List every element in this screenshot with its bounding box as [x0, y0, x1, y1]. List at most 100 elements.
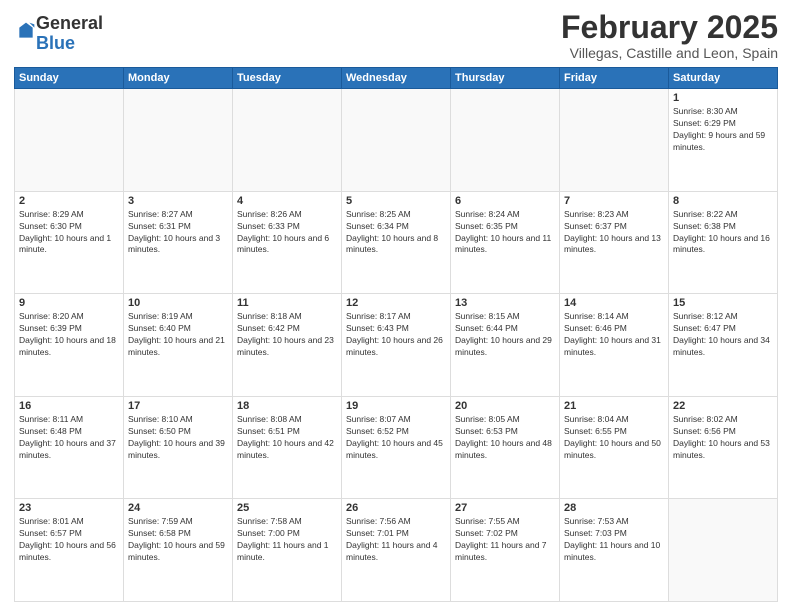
table-row: [233, 89, 342, 192]
day-info: Sunrise: 8:20 AM Sunset: 6:39 PM Dayligh…: [19, 311, 119, 359]
day-number: 16: [19, 400, 119, 412]
day-number: 26: [346, 502, 446, 514]
table-row: 9 Sunrise: 8:20 AM Sunset: 6:39 PM Daylig…: [15, 294, 124, 397]
day-info: Sunrise: 7:56 AM Sunset: 7:01 PM Dayligh…: [346, 516, 446, 564]
day-info: Sunrise: 8:23 AM Sunset: 6:37 PM Dayligh…: [564, 209, 664, 257]
day-number: 24: [128, 502, 228, 514]
day-info: Sunrise: 8:26 AM Sunset: 6:33 PM Dayligh…: [237, 209, 337, 257]
day-info: Sunrise: 8:04 AM Sunset: 6:55 PM Dayligh…: [564, 414, 664, 462]
day-number: 14: [564, 297, 664, 309]
day-number: 9: [19, 297, 119, 309]
day-info: Sunrise: 7:59 AM Sunset: 6:58 PM Dayligh…: [128, 516, 228, 564]
day-info: Sunrise: 8:02 AM Sunset: 6:56 PM Dayligh…: [673, 414, 773, 462]
table-row: 19 Sunrise: 8:07 AM Sunset: 6:52 PM Dayli…: [342, 396, 451, 499]
table-row: [342, 89, 451, 192]
day-info: Sunrise: 7:53 AM Sunset: 7:03 PM Dayligh…: [564, 516, 664, 564]
day-number: 23: [19, 502, 119, 514]
calendar-week-row: 23 Sunrise: 8:01 AM Sunset: 6:57 PM Dayli…: [15, 499, 778, 602]
table-row: 13Sunrise: 8:15 AM Sunset: 6:44 PM Dayli…: [451, 294, 560, 397]
month-title: February 2025: [561, 10, 778, 45]
day-number: 6: [455, 195, 555, 207]
day-number: 17: [128, 400, 228, 412]
col-tuesday: Tuesday: [233, 68, 342, 89]
logo-general-text: General: [36, 13, 103, 33]
calendar-header-row: Sunday Monday Tuesday Wednesday Thursday…: [15, 68, 778, 89]
table-row: 7 Sunrise: 8:23 AM Sunset: 6:37 PM Daylig…: [560, 191, 669, 294]
page: General Blue February 2025 Villegas, Cas…: [0, 0, 792, 612]
location-subtitle: Villegas, Castille and Leon, Spain: [561, 45, 778, 61]
day-number: 18: [237, 400, 337, 412]
table-row: 17 Sunrise: 8:10 AM Sunset: 6:50 PM Dayli…: [124, 396, 233, 499]
title-block: February 2025 Villegas, Castille and Leo…: [561, 10, 778, 61]
table-row: 21Sunrise: 8:04 AM Sunset: 6:55 PM Dayli…: [560, 396, 669, 499]
col-wednesday: Wednesday: [342, 68, 451, 89]
col-saturday: Saturday: [669, 68, 778, 89]
day-info: Sunrise: 8:12 AM Sunset: 6:47 PM Dayligh…: [673, 311, 773, 359]
table-row: 18 Sunrise: 8:08 AM Sunset: 6:51 PM Dayli…: [233, 396, 342, 499]
table-row: [560, 89, 669, 192]
day-number: 3: [128, 195, 228, 207]
day-number: 27: [455, 502, 555, 514]
logo-blue-text: Blue: [36, 33, 75, 53]
day-number: 19: [346, 400, 446, 412]
day-info: Sunrise: 8:24 AM Sunset: 6:35 PM Dayligh…: [455, 209, 555, 257]
day-number: 20: [455, 400, 555, 412]
day-number: 2: [19, 195, 119, 207]
day-number: 28: [564, 502, 664, 514]
table-row: 8 Sunrise: 8:22 AM Sunset: 6:38 PM Daylig…: [669, 191, 778, 294]
day-number: 1: [673, 92, 773, 104]
calendar-week-row: 9 Sunrise: 8:20 AM Sunset: 6:39 PM Daylig…: [15, 294, 778, 397]
table-row: [124, 89, 233, 192]
day-info: Sunrise: 8:18 AM Sunset: 6:42 PM Dayligh…: [237, 311, 337, 359]
table-row: 1 Sunrise: 8:30 AM Sunset: 6:29 PM Daylig…: [669, 89, 778, 192]
day-number: 4: [237, 195, 337, 207]
day-info: Sunrise: 8:15 AM Sunset: 6:44 PM Dayligh…: [455, 311, 555, 359]
day-number: 8: [673, 195, 773, 207]
day-info: Sunrise: 8:08 AM Sunset: 6:51 PM Dayligh…: [237, 414, 337, 462]
table-row: 14Sunrise: 8:14 AM Sunset: 6:46 PM Dayli…: [560, 294, 669, 397]
calendar-week-row: 1 Sunrise: 8:30 AM Sunset: 6:29 PM Daylig…: [15, 89, 778, 192]
day-info: Sunrise: 8:19 AM Sunset: 6:40 PM Dayligh…: [128, 311, 228, 359]
day-info: Sunrise: 7:58 AM Sunset: 7:00 PM Dayligh…: [237, 516, 337, 564]
day-info: Sunrise: 7:55 AM Sunset: 7:02 PM Dayligh…: [455, 516, 555, 564]
day-info: Sunrise: 8:25 AM Sunset: 6:34 PM Dayligh…: [346, 209, 446, 257]
day-number: 15: [673, 297, 773, 309]
table-row: 20 Sunrise: 8:05 AM Sunset: 6:53 PM Dayli…: [451, 396, 560, 499]
day-number: 22: [673, 400, 773, 412]
day-info: Sunrise: 8:05 AM Sunset: 6:53 PM Dayligh…: [455, 414, 555, 462]
table-row: 22 Sunrise: 8:02 AM Sunset: 6:56 PM Dayli…: [669, 396, 778, 499]
day-number: 12: [346, 297, 446, 309]
table-row: [15, 89, 124, 192]
day-info: Sunrise: 8:22 AM Sunset: 6:38 PM Dayligh…: [673, 209, 773, 257]
day-info: Sunrise: 8:01 AM Sunset: 6:57 PM Dayligh…: [19, 516, 119, 564]
calendar-week-row: 2 Sunrise: 8:29 AM Sunset: 6:30 PM Daylig…: [15, 191, 778, 294]
table-row: 2 Sunrise: 8:29 AM Sunset: 6:30 PM Daylig…: [15, 191, 124, 294]
day-info: Sunrise: 8:11 AM Sunset: 6:48 PM Dayligh…: [19, 414, 119, 462]
table-row: 16 Sunrise: 8:11 AM Sunset: 6:48 PM Dayli…: [15, 396, 124, 499]
day-number: 7: [564, 195, 664, 207]
table-row: 26 Sunrise: 7:56 AM Sunset: 7:01 PM Dayli…: [342, 499, 451, 602]
calendar-week-row: 16 Sunrise: 8:11 AM Sunset: 6:48 PM Dayli…: [15, 396, 778, 499]
day-info: Sunrise: 8:07 AM Sunset: 6:52 PM Dayligh…: [346, 414, 446, 462]
table-row: 11 Sunrise: 8:18 AM Sunset: 6:42 PM Dayli…: [233, 294, 342, 397]
day-info: Sunrise: 8:29 AM Sunset: 6:30 PM Dayligh…: [19, 209, 119, 257]
logo: General Blue: [14, 14, 103, 54]
day-info: Sunrise: 8:10 AM Sunset: 6:50 PM Dayligh…: [128, 414, 228, 462]
table-row: 15 Sunrise: 8:12 AM Sunset: 6:47 PM Dayli…: [669, 294, 778, 397]
table-row: 24 Sunrise: 7:59 AM Sunset: 6:58 PM Dayli…: [124, 499, 233, 602]
day-number: 11: [237, 297, 337, 309]
calendar-table: Sunday Monday Tuesday Wednesday Thursday…: [14, 67, 778, 602]
table-row: 4 Sunrise: 8:26 AM Sunset: 6:33 PM Daylig…: [233, 191, 342, 294]
table-row: 27 Sunrise: 7:55 AM Sunset: 7:02 PM Dayli…: [451, 499, 560, 602]
col-thursday: Thursday: [451, 68, 560, 89]
table-row: 6 Sunrise: 8:24 AM Sunset: 6:35 PM Daylig…: [451, 191, 560, 294]
day-number: 10: [128, 297, 228, 309]
table-row: 23 Sunrise: 8:01 AM Sunset: 6:57 PM Dayli…: [15, 499, 124, 602]
table-row: [451, 89, 560, 192]
col-monday: Monday: [124, 68, 233, 89]
col-sunday: Sunday: [15, 68, 124, 89]
table-row: 25Sunrise: 7:58 AM Sunset: 7:00 PM Dayli…: [233, 499, 342, 602]
day-info: Sunrise: 8:30 AM Sunset: 6:29 PM Dayligh…: [673, 106, 773, 154]
day-info: Sunrise: 8:27 AM Sunset: 6:31 PM Dayligh…: [128, 209, 228, 257]
table-row: 5Sunrise: 8:25 AM Sunset: 6:34 PM Daylig…: [342, 191, 451, 294]
